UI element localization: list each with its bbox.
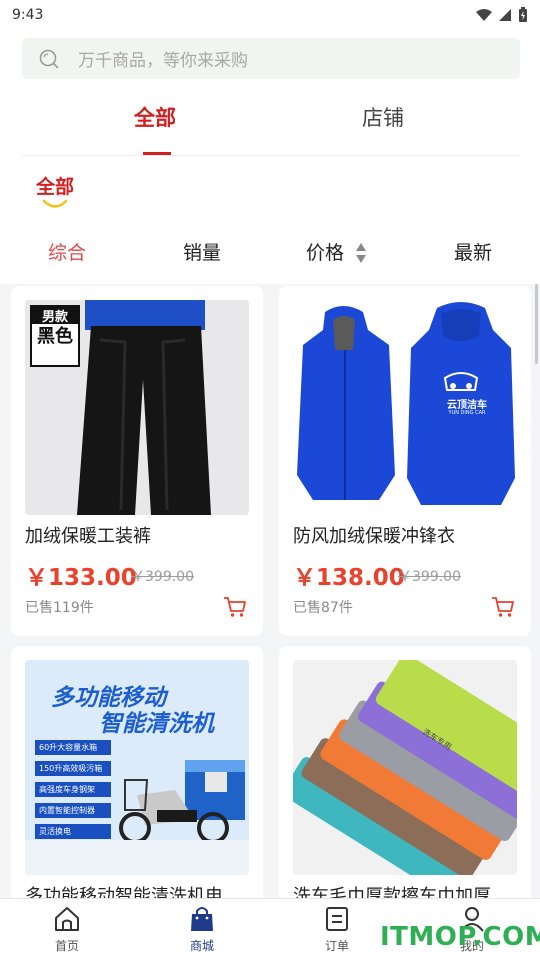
image-feature-list: 60升大容量水箱 150升高效吸污箱 高强度车身钢架 内置智能控制器 灵活换电 [35,740,111,839]
top-tabs: 全部 店铺 [0,90,540,156]
product-price: ￥133.00 [25,565,137,591]
product-title: 加绒保暖工装裤 [25,526,151,547]
status-time: 9:43 [12,7,44,23]
product-title: 洗车毛巾厚款擦车巾加厚 [293,886,491,898]
product-image: 云顶洁车 YUN DING CAR [293,300,517,515]
product-image: 男款 黑色 [25,300,249,515]
image-heading-2: 智能清洗机 [99,711,214,737]
watermark: ITMOP.COM [380,922,540,952]
tab-shops[interactable]: 店铺 [362,102,404,132]
tab-all[interactable]: 全部 [134,102,176,132]
product-title: 多功能移动智能清洗机电 [25,886,223,898]
nav-home-label: 首页 [54,939,79,953]
sort-sales[interactable]: 销量 [183,238,221,265]
image-feature: 60升大容量水箱 [35,740,111,755]
divider [22,155,520,156]
product-original-price: ￥399.00 [398,569,461,585]
search-icon [39,49,59,69]
category-indicator [42,199,68,208]
nav-home[interactable]: 首页 [27,899,107,960]
sort-bar: 综合 销量 价格 最新 [0,238,540,266]
product-card[interactable]: 男款 黑色 加绒保暖工装裤 ￥133.00 ￥399.00 已售119件 [11,286,263,636]
product-grid: 男款 黑色 加绒保暖工装裤 ￥133.00 ￥399.00 已售119件 云顶洁… [0,284,540,898]
image-feature: 高强度车身钢架 [35,782,111,797]
towels-image [293,660,517,875]
image-feature: 灵活换电 [35,824,111,839]
wifi-icon [476,9,492,21]
nav-orders-label: 订单 [324,939,349,953]
category-all[interactable]: 全部 [36,172,74,199]
image-logo: 云顶洁车 [447,400,487,411]
product-sold: 已售119件 [25,600,94,616]
product-price: ￥138.00 [293,565,405,591]
search-bar[interactable]: 万千商品，等你来采购 [22,38,520,79]
battery-icon [519,7,527,22]
product-card[interactable]: 洗车专用 洗车毛巾厚款擦车巾加厚 [279,646,531,898]
product-card[interactable]: 多功能移动 智能清洗机 60升大容量水箱 150升高效吸污箱 高强度车身钢架 内… [11,646,263,898]
image-feature: 内置智能控制器 [35,803,111,818]
home-icon [55,907,79,931]
status-bar: 9:43 [0,0,540,30]
product-image: 多功能移动 智能清洗机 60升大容量水箱 150升高效吸污箱 高强度车身钢架 内… [25,660,249,875]
signal-icon [499,9,511,21]
cart-icon[interactable] [491,596,515,618]
search-input[interactable]: 万千商品，等你来采购 [78,46,248,71]
product-image: 洗车专用 [293,660,517,875]
sort-newest[interactable]: 最新 [454,238,492,265]
product-sold: 已售87件 [293,600,353,616]
order-list-icon [326,907,348,931]
product-original-price: ￥399.00 [131,569,194,585]
cart-icon[interactable] [223,596,247,618]
sort-comprehensive[interactable]: 综合 [48,238,86,265]
image-logo-sub: YUN DING CAR [448,410,486,416]
shopping-bag-icon [191,907,213,931]
product-card[interactable]: 云顶洁车 YUN DING CAR 防风加绒保暖冲锋衣 ￥138.00 ￥399… [279,286,531,636]
nav-mall-label: 商城 [189,939,214,953]
image-badge-bottom: 黑色 [37,326,73,347]
price-sort-arrows-icon[interactable] [355,242,367,264]
nav-orders[interactable]: 订单 [297,899,377,960]
scrollbar[interactable] [535,284,538,364]
image-badge-top: 男款 [41,310,68,325]
image-feature: 150升高效吸污箱 [35,761,111,776]
sort-price[interactable]: 价格 [306,238,344,265]
nav-mall[interactable]: 商城 [162,899,242,960]
product-title: 防风加绒保暖冲锋衣 [293,526,455,547]
